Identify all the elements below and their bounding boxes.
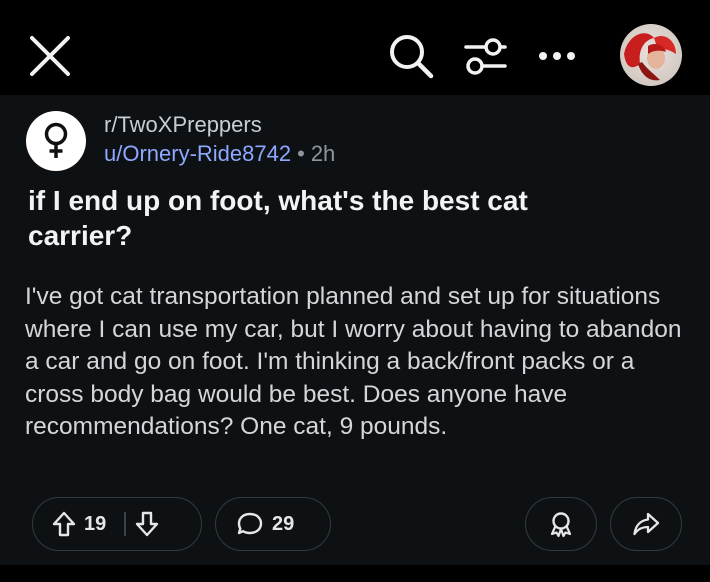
comment-count: 29 bbox=[272, 512, 295, 535]
speech-bubble-icon bbox=[236, 511, 264, 537]
bottom-strip bbox=[0, 565, 710, 582]
avatar-image bbox=[620, 24, 682, 86]
top-bar bbox=[0, 0, 710, 95]
share-button[interactable] bbox=[610, 497, 682, 551]
female-symbol-icon bbox=[44, 122, 68, 158]
share-arrow-icon bbox=[633, 512, 660, 536]
arrow-up-icon bbox=[52, 511, 76, 537]
vote-divider bbox=[124, 512, 126, 536]
subreddit-name[interactable]: r/TwoXPreppers bbox=[104, 112, 262, 138]
sort-filter-button[interactable] bbox=[456, 27, 514, 85]
more-options-button[interactable] bbox=[528, 27, 586, 85]
post-title: if I end up on foot, what's the best cat… bbox=[28, 185, 528, 251]
user-avatar[interactable] bbox=[620, 24, 682, 86]
search-icon bbox=[390, 35, 434, 79]
meta-separator: • bbox=[297, 141, 305, 166]
search-button[interactable] bbox=[382, 27, 440, 85]
vote-control: 19 bbox=[32, 497, 202, 551]
comments-button[interactable]: 29 bbox=[215, 497, 331, 551]
arrow-down-icon bbox=[135, 511, 158, 537]
close-button[interactable] bbox=[22, 28, 78, 84]
downvote-button[interactable] bbox=[135, 511, 159, 537]
award-icon bbox=[550, 512, 572, 538]
community-avatar[interactable] bbox=[26, 111, 86, 171]
close-icon bbox=[30, 36, 70, 76]
more-horizontal-icon bbox=[539, 52, 575, 60]
author-username[interactable]: u/Ornery-Ride8742 bbox=[104, 141, 291, 166]
post-meta: u/Ornery-Ride8742 • 2h bbox=[104, 141, 335, 167]
post-body: I've got cat transportation planned and … bbox=[25, 283, 682, 440]
sort-filter-icon bbox=[464, 38, 507, 75]
post-age: 2h bbox=[310, 141, 336, 166]
upvote-button[interactable] bbox=[52, 511, 76, 537]
award-button[interactable] bbox=[525, 497, 597, 551]
vote-count: 19 bbox=[84, 512, 107, 535]
